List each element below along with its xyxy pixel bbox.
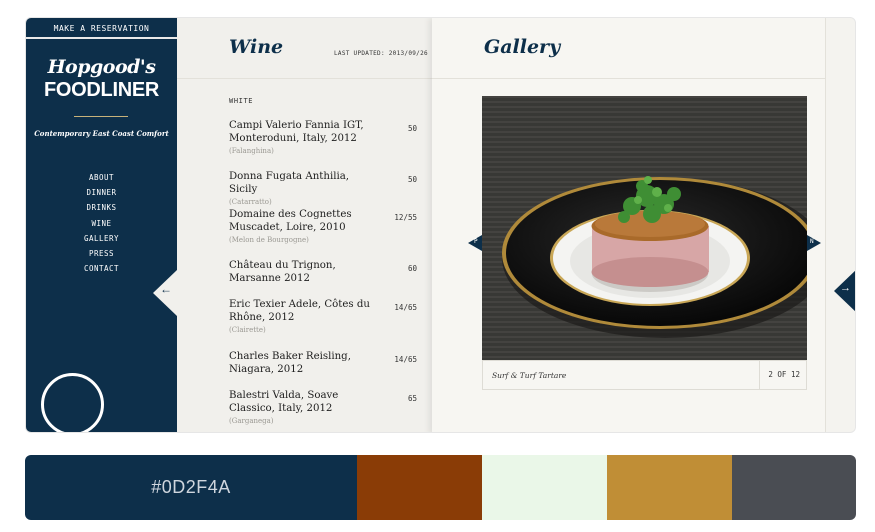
nav-item-wine[interactable]: WINE [26,216,177,231]
palette-swatch[interactable] [357,455,482,520]
nav-item-gallery[interactable]: GALLERY [26,231,177,246]
wine-list-item: Donna Fugata Anthilia, Sicily (Catarratt… [229,170,419,206]
nav-item-about[interactable]: ABOUT [26,170,177,185]
wine-name: Campi Valerio Fannia IGT, Monteroduni, I… [229,120,364,144]
wine-name: Eric Texier Adele, Côtes du Rhône, 2012 [229,299,370,323]
nav-item-dinner[interactable]: DINNER [26,185,177,200]
nav-item-press[interactable]: PRESS [26,246,177,261]
website-preview: MAKE A RESERVATION Hopgood's FOODLINER C… [25,17,856,433]
wine-price: 14/65 [394,303,417,312]
palette-swatch[interactable] [732,455,856,520]
gallery-next-label: N [810,238,814,245]
palette-swatch[interactable] [482,455,607,520]
gallery-photo[interactable] [482,96,807,360]
wine-name: Donna Fugata Anthilia, Sicily [229,171,350,195]
section-label-white: WHITE [229,97,254,105]
logo-wordmark[interactable]: FOODLINER [26,79,177,102]
wine-name: Domaine des Cognettes Muscadet, Loire, 2… [229,209,352,233]
wine-price: 60 [407,264,417,273]
photo-counter: 2 OF 12 [768,370,800,379]
wine-header: Wine LAST UPDATED: 2013/09/26 [177,18,432,79]
wine-grape: (Garganega) [229,417,274,425]
wine-price: 65 [407,394,417,403]
wine-price: 14/65 [394,355,417,364]
wine-price: 50 [407,175,417,184]
arrow-left-icon: ← [160,282,172,296]
color-swatch-marker [41,373,104,432]
gallery-prev-label: P [474,238,478,245]
wine-panel: Wine LAST UPDATED: 2013/09/26 WHITE Camp… [177,18,432,432]
last-updated: LAST UPDATED: 2013/09/26 [334,50,428,57]
wine-title: Wine [229,36,284,58]
photo-caption: Surf & Turf Tartare [492,371,567,380]
dish-illustration [502,176,807,338]
wine-list-item: Eric Texier Adele, Côtes du Rhône, 2012 … [229,298,419,334]
wine-list-item: Château du Trignon, Marsanne 2012 60 [229,259,419,287]
next-panel-edge [825,18,855,432]
palette-hex-label: #0D2F4A [151,477,231,497]
caption-bar: Surf & Turf Tartare 2 OF 12 [482,360,807,390]
wine-price: 12/55 [394,213,417,222]
wine-list-item: Charles Baker Reisling, Niagara, 2012 14… [229,350,419,378]
make-reservation-link[interactable]: MAKE A RESERVATION [26,18,177,39]
wine-list-item: Domaine des Cognettes Muscadet, Loire, 2… [229,208,419,244]
wine-grape: (Catarratto) [229,198,272,206]
wine-list-item: Campi Valerio Fannia IGT, Monteroduni, I… [229,119,419,155]
wine-name: Château du Trignon, Marsanne 2012 [229,260,336,284]
nav-item-contact[interactable]: CONTACT [26,261,177,276]
palette-swatch[interactable]: #0D2F4A [25,455,357,520]
wine-grape: (Falanghina) [229,147,274,155]
gallery-header: Gallery [432,18,825,79]
main-nav: ABOUT DINNER DRINKS WINE GALLERY PRESS C… [26,170,177,276]
wine-name: Charles Baker Reisling, Niagara, 2012 [229,351,351,375]
wine-price: 50 [407,124,417,133]
wine-grape: (Melon de Bourgogne) [229,236,309,244]
wine-grape: (Clairette) [229,326,266,334]
caption-divider [759,361,760,389]
wine-name: Balestri Valda, Soave Classico, Italy, 2… [229,390,339,414]
arrow-right-icon: → [840,282,851,294]
wine-list-item: Balestri Valda, Soave Classico, Italy, 2… [229,389,419,425]
nav-item-drinks[interactable]: DRINKS [26,200,177,215]
palette-swatch[interactable] [607,455,732,520]
tagline: Contemporary East Coast Comfort [34,129,169,138]
gallery-panel: Gallery P N Surf & Turf Tartare 2 OF 12 [432,18,825,432]
sidebar: MAKE A RESERVATION Hopgood's FOODLINER C… [26,18,177,432]
logo-divider [74,116,128,117]
color-palette: #0D2F4A [25,455,856,520]
logo-script[interactable]: Hopgood's [26,56,177,78]
gallery-title: Gallery [484,36,561,58]
